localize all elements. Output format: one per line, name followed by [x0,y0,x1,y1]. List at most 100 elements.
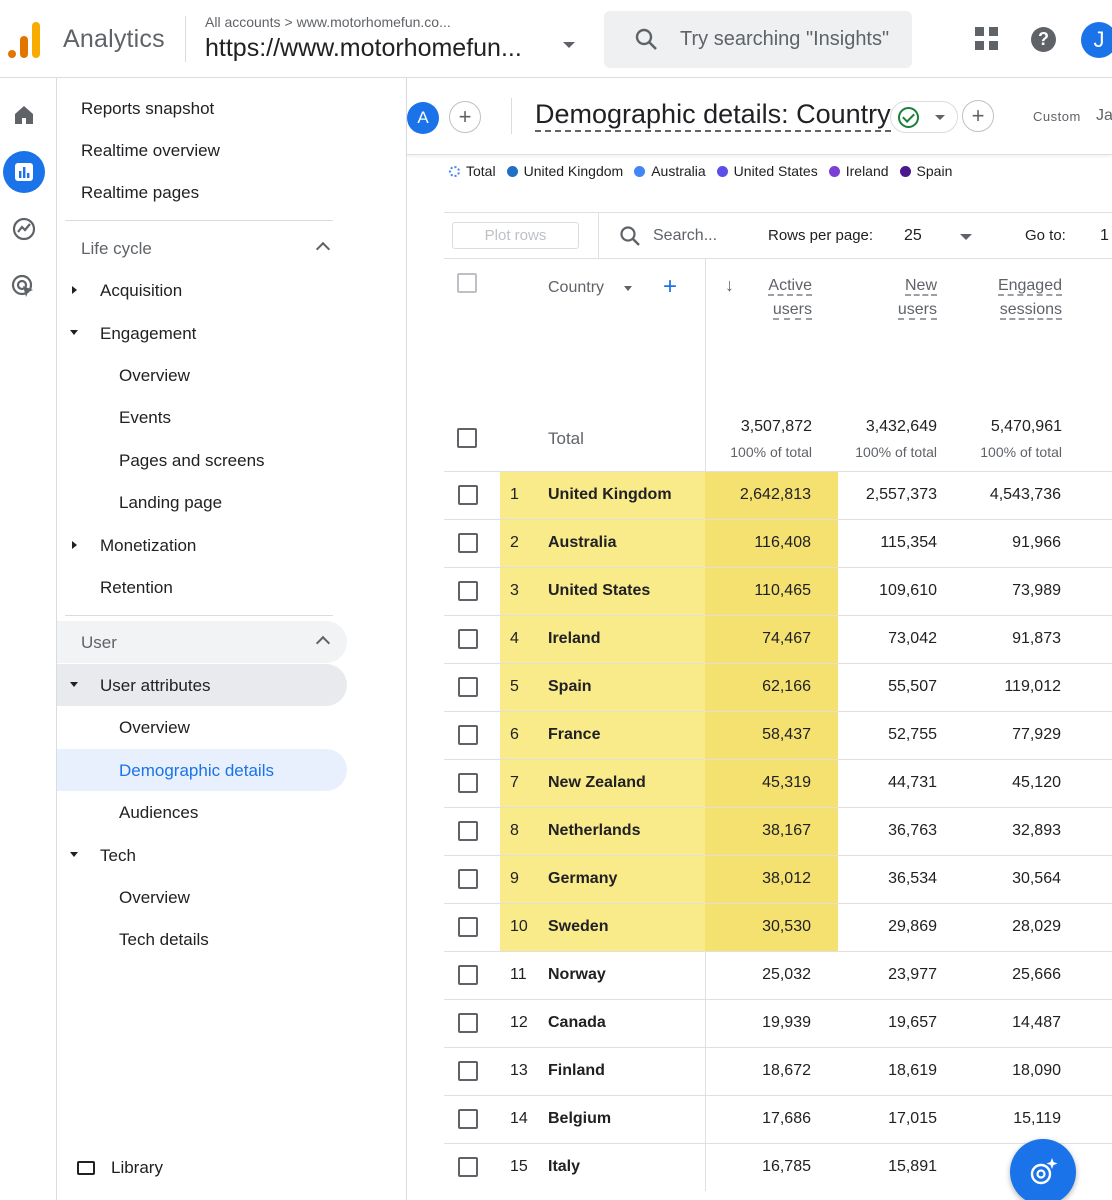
expand-acquisition-icon[interactable] [72,286,77,294]
add-filter-button[interactable]: + [962,100,994,132]
row-checkbox[interactable] [458,629,478,649]
goto-page-input[interactable]: 1 [1100,227,1109,245]
nav-retention[interactable]: Retention [100,578,173,598]
country-cell[interactable]: Finland [548,1062,605,1080]
nav-realtime-pages[interactable]: Realtime pages [81,183,199,203]
add-dimension-button[interactable]: + [663,273,677,301]
legend-item[interactable]: Spain [899,163,952,179]
nav-reports-snapshot[interactable]: Reports snapshot [81,99,214,119]
country-cell[interactable]: New Zealand [548,774,646,792]
row-checkbox[interactable] [458,1109,478,1129]
global-search[interactable]: Try searching "Insights" [604,11,912,68]
nav-user-attributes[interactable]: User attributes [100,676,211,696]
nav-pages-and-screens[interactable]: Pages and screens [119,451,265,471]
collapse-tech-icon[interactable] [70,852,78,857]
table-row[interactable]: 6 France 58,437 52,755 77,929 [444,711,1112,759]
legend-item[interactable]: Total [449,163,496,179]
table-row[interactable]: 11 Norway 25,032 23,977 25,666 [444,951,1112,999]
country-cell[interactable]: United Kingdom [548,486,672,504]
rows-per-page-select[interactable]: 25 [904,227,922,245]
table-row[interactable]: 1 United Kingdom 2,642,813 2,557,373 4,543,7… [444,471,1112,519]
nav-engagement-overview[interactable]: Overview [119,366,190,386]
table-row[interactable]: 3 United States 110,465 109,610 73,989 [444,567,1112,615]
nav-acquisition[interactable]: Acquisition [100,281,182,301]
row-checkbox[interactable] [458,677,478,697]
nav-user-attributes-overview[interactable]: Overview [119,718,190,738]
breadcrumb-account[interactable]: www.motorhomefun.co... [297,14,451,30]
account-avatar[interactable]: J [1081,22,1112,58]
date-range-custom-label[interactable]: Custom [1033,109,1081,124]
explore-icon[interactable] [3,208,45,250]
reports-icon[interactable] [3,151,45,193]
segment-a-badge[interactable]: A [407,102,439,134]
dimension-header[interactable]: Country [548,279,604,297]
country-cell[interactable]: Germany [548,870,617,888]
collapse-lifecycle-icon[interactable] [315,241,331,257]
row-checkbox[interactable] [458,725,478,745]
row-checkbox[interactable] [458,533,478,553]
nav-tech-details[interactable]: Tech details [119,930,209,950]
insights-button[interactable] [1010,1139,1076,1200]
chevron-down-icon[interactable] [624,286,632,291]
row-checkbox[interactable] [458,869,478,889]
country-cell[interactable]: Sweden [548,918,608,936]
table-row[interactable]: 14 Belgium 17,686 17,015 15,119 [444,1095,1112,1143]
nav-tech[interactable]: Tech [100,846,136,866]
nav-realtime-overview[interactable]: Realtime overview [81,141,220,161]
country-cell[interactable]: Norway [548,966,606,984]
table-row[interactable]: 12 Canada 19,939 19,657 14,487 [444,999,1112,1047]
table-row[interactable]: 9 Germany 38,012 36,534 30,564 [444,855,1112,903]
expand-monetization-icon[interactable] [72,541,77,549]
table-row[interactable]: 4 Ireland 74,467 73,042 91,873 [444,615,1112,663]
country-cell[interactable]: United States [548,582,650,600]
country-cell[interactable]: Belgium [548,1110,611,1128]
table-row[interactable]: 2 Australia 116,408 115,354 91,966 [444,519,1112,567]
home-icon[interactable] [3,94,45,136]
table-search-input[interactable]: Search... [653,227,717,245]
table-row[interactable]: 13 Finland 18,672 18,619 18,090 [444,1047,1112,1095]
search-placeholder[interactable]: Try searching "Insights" [680,28,889,51]
plot-rows-button[interactable]: Plot rows [452,222,579,249]
row-checkbox[interactable] [458,1061,478,1081]
apps-grid-icon[interactable] [975,27,999,51]
row-checkbox[interactable] [458,581,478,601]
row-checkbox[interactable] [458,1157,478,1177]
chevron-down-icon[interactable] [960,234,972,240]
legend-item[interactable]: Australia [634,163,706,179]
nav-section-user[interactable]: User [81,633,117,653]
help-icon[interactable]: ? [1031,27,1056,52]
country-cell[interactable]: Ireland [548,630,600,648]
country-cell[interactable]: Italy [548,1158,580,1176]
row-checkbox[interactable] [458,821,478,841]
table-row[interactable]: 7 New Zealand 45,319 44,731 45,120 [444,759,1112,807]
collapse-engagement-icon[interactable] [70,330,78,335]
property-dropdown-icon[interactable] [563,42,575,48]
nav-section-lifecycle[interactable]: Life cycle [81,239,152,259]
metric-header-new-users[interactable]: New users [870,274,937,322]
nav-engagement[interactable]: Engagement [100,324,196,344]
country-cell[interactable]: Netherlands [548,822,640,840]
add-comparison-button[interactable]: + [449,101,481,133]
breadcrumb-root[interactable]: All accounts [205,14,280,30]
nav-library[interactable]: Library [77,1158,163,1178]
totals-checkbox[interactable] [457,428,477,448]
table-row[interactable]: 5 Spain 62,166 55,507 119,012 [444,663,1112,711]
metric-header-active-users[interactable]: Active users [740,274,812,322]
nav-demographic-details[interactable]: Demographic details [119,761,274,781]
country-cell[interactable]: Australia [548,534,616,552]
collapse-user-attributes-icon[interactable] [70,682,78,687]
row-checkbox[interactable] [458,965,478,985]
report-status-dropdown[interactable] [890,101,958,133]
account-breadcrumb[interactable]: All accounts > www.motorhomefun.co... [205,14,451,30]
advertising-icon[interactable] [3,266,45,308]
nav-monetization[interactable]: Monetization [100,536,196,556]
select-all-checkbox[interactable] [457,273,477,293]
metric-header-engaged-sessions[interactable]: Engaged sessions [980,274,1062,322]
legend-item[interactable]: United States [716,163,818,179]
date-range-value[interactable]: Ja [1096,107,1112,125]
legend-item[interactable]: Ireland [828,163,889,179]
table-row[interactable]: 10 Sweden 30,530 29,869 28,029 [444,903,1112,951]
country-cell[interactable]: Spain [548,678,592,696]
country-cell[interactable]: France [548,726,600,744]
row-checkbox[interactable] [458,773,478,793]
